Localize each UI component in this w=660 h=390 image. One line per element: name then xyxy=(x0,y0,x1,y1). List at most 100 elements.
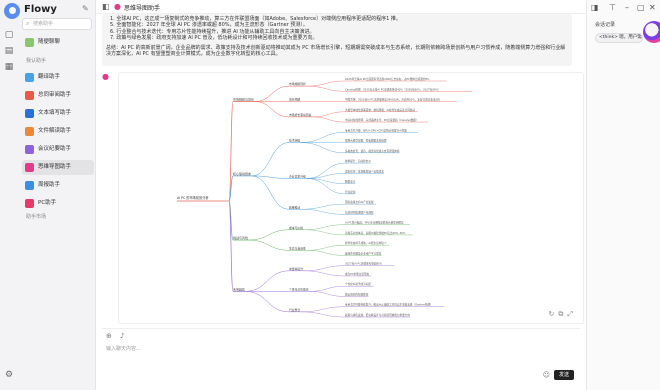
sidebar-assistant-item[interactable]: 翻译助手 xyxy=(22,70,94,85)
section-assistant-market[interactable]: 助手市场 xyxy=(26,213,46,220)
mindmap-link xyxy=(254,101,290,118)
bubble-line: 7. 政策与绿色发展：政府支持加速 AI PC 普及，低功耗设计和可持续回收技术… xyxy=(110,34,318,41)
mindmap-link xyxy=(306,178,346,195)
mindmap-link xyxy=(306,178,346,184)
mindmap-branch: 挑战与风险 xyxy=(233,235,248,240)
mindmap-link xyxy=(254,85,290,102)
mindmap-link xyxy=(306,85,346,92)
close-icon[interactable]: ✕ xyxy=(649,3,656,12)
sidebar-item-casual-chat[interactable]: 随便聊聊 xyxy=(22,35,92,49)
mindmap-leaf: 效率提升：自动化办公 xyxy=(345,159,371,163)
app-logo xyxy=(4,3,20,19)
page-title: 思维导图助手 xyxy=(124,5,161,12)
sidebar-assistant-item[interactable]: 周报助手 xyxy=(22,178,94,193)
apps-icon[interactable]: ▦ xyxy=(4,62,14,72)
maximize-icon[interactable]: ▢ xyxy=(637,3,645,12)
mindmap-link xyxy=(251,175,290,210)
mindmap-subtopic: 市场规模现状 xyxy=(289,82,306,86)
mindmap-subtopic: 市场增长驱动因素 xyxy=(289,113,312,117)
mindmap-link xyxy=(306,162,346,179)
book-icon[interactable]: ▤ xyxy=(4,46,14,56)
mindmap-leaf: 端云协同的智能体验 xyxy=(345,292,369,296)
sidebar-assistant-item[interactable]: 会议纪要助手 xyxy=(22,142,94,157)
mindmap-assistant-icon: ● xyxy=(114,2,121,11)
sidebar-toggle-icon[interactable]: ◧ xyxy=(102,2,110,11)
assistant-label: 总同审阅助手 xyxy=(38,92,72,98)
mindmap-leaf: 数据安全 xyxy=(345,180,356,184)
assistant-icon xyxy=(25,181,34,190)
assistant-icon xyxy=(25,73,34,82)
mindmap-leaf: 软件生态尚不成熟，AI原生应用较少 xyxy=(345,241,387,245)
send-button[interactable]: 发送 xyxy=(554,370,574,380)
chat-avatar-icon xyxy=(25,38,34,47)
sidebar-item-label: 随便聊聊 xyxy=(38,39,61,45)
sidebar-assistant-item[interactable]: 文件解读助手 xyxy=(22,124,94,139)
assistant-icon xyxy=(25,109,34,118)
mindmap-subtopic: 成本与价格 xyxy=(289,226,303,230)
assistant-label: PC助手 xyxy=(38,200,57,206)
mic-icon[interactable]: ♪ xyxy=(120,332,124,340)
mindmap-leaf: 中国市场：2025年AI PC出货量将达3900万台，占比约50%，年复合增长率… xyxy=(345,98,440,102)
assistant-icon xyxy=(25,127,34,136)
assistant-orb-icon[interactable] xyxy=(643,21,660,43)
sidebar: Flowy ✎ ▢ ▤ ▦ ⚙ ⌕ 搜索助手 随便聊聊 我认助手 翻译助手 总同审… xyxy=(0,0,96,390)
main-header: ◧ ● 思维导图助手 xyxy=(96,0,586,14)
sidebar-assistant-item[interactable]: 思维导图助手 xyxy=(22,160,94,175)
mindmap-subtopic: 个性化与智能化 xyxy=(289,287,309,291)
attach-icon[interactable]: ⊕ xyxy=(106,332,112,340)
assistant-label: 会议纪要助手 xyxy=(38,146,72,152)
assistant-icon xyxy=(25,199,34,208)
assistant-label: 周报助手 xyxy=(38,182,61,188)
summary-text: 总结：AI PC 的高新前景广阔，企业品牌的需求、政策支持及技术创新驱动将推动其… xyxy=(106,45,566,58)
mindmap-leaf: Canalys预测：2025年全球AI PC渗透率将达40%（2026年60%，… xyxy=(345,87,441,91)
chat-input-area[interactable]: ⊕ ♪ 输入聊天内容... ☺ 发送 xyxy=(102,328,580,386)
assistant-avatar-icon: ● xyxy=(102,72,109,81)
mindmap-leaf: 大模型本地化部署需求、换机周期、AI软件生态完善共同驱动 xyxy=(345,108,415,112)
app-name: Flowy xyxy=(24,4,57,15)
mindmap-leaf: 多模态交互：语音、视觉自然语言交互增强体验 xyxy=(345,149,400,153)
mindmap-link xyxy=(303,265,346,272)
mindmap-leaf: 中关村在线测评：头部品牌主导，PC出货量超（Canalys数据） xyxy=(345,118,418,122)
refresh-icon[interactable]: ↻ xyxy=(549,310,559,318)
mindmap-link xyxy=(300,306,346,313)
mindmap-subtopic: 渗透率提升 xyxy=(289,267,303,271)
mindmap-link xyxy=(312,116,346,123)
mindmap-link xyxy=(312,111,346,118)
mindmap-link xyxy=(300,311,346,318)
mindmap-link xyxy=(306,173,346,179)
mindmap-leaf: 国家政策支持AI产业发展 xyxy=(345,200,374,204)
mindmap-link xyxy=(309,291,346,297)
mindmap-root: AI PC 的市场前景分析 xyxy=(177,195,209,200)
sidebar-assistant-item[interactable]: 文本填写助手 xyxy=(22,106,94,121)
chat-icon[interactable]: ▢ xyxy=(4,30,14,40)
assistant-label: 文本填写助手 xyxy=(38,110,72,116)
mindmap-leaf: 专用芯片性能持续提升，推动AI从辅助工具向自主决策演进（Gartner预测） xyxy=(345,303,433,307)
panel-toggle-icon[interactable]: ◨ xyxy=(591,3,599,12)
mindmap-link xyxy=(303,270,346,277)
minimize-icon[interactable]: – xyxy=(625,3,629,12)
mindmap-link xyxy=(248,229,290,241)
new-chat-icon[interactable]: ✎ xyxy=(82,4,89,13)
mindmap-card[interactable]: AI PC 的市场前景分析 2025年全球AI PC出货量有望达到2000万台左右… xyxy=(118,72,584,324)
mindmap-link xyxy=(306,250,346,256)
mindmap-branch: 核心驱动因素 xyxy=(233,171,251,176)
emoji-icon[interactable]: ☺ xyxy=(543,371,550,379)
mindmap-link xyxy=(303,224,346,230)
history-chip[interactable]: <think> 嗯，用户需要一... xyxy=(595,33,643,43)
sidebar-assistant-item[interactable]: PC助手 xyxy=(22,196,94,211)
assistant-icon xyxy=(25,145,34,154)
fullscreen-icon[interactable]: ⤢ xyxy=(567,310,577,318)
search-placeholder: 搜索助手 xyxy=(33,21,54,27)
mindmap-leaf: 2027年AI PC渗透率有望超80% xyxy=(345,262,383,266)
main-panel: ◧ ● 思维导图助手 1. 全球AI PC，这正成一场复制式的竞争推动，算三方在… xyxy=(96,0,586,390)
mindmap-link xyxy=(300,142,346,154)
sidebar-assistant-item[interactable]: 总同审阅助手 xyxy=(22,88,94,103)
search-input[interactable]: ⌕ 搜索助手 xyxy=(22,18,92,30)
mindmap-leaf: AI PC售价偏高，中小企业采购意愿受价格影响明显 xyxy=(345,221,404,225)
pin-icon[interactable]: ⊤ xyxy=(609,3,616,12)
icon-rail: ▢ ▤ ▦ ⚙ xyxy=(0,20,18,390)
mindmap-svg: AI PC 的市场前景分析 2025年全球AI PC出货量有望达到2000万台左右… xyxy=(177,77,473,318)
settings-icon[interactable]: ⚙ xyxy=(4,370,14,380)
assistant-icon xyxy=(25,163,34,172)
mindmap-leaf: 成为PC市场主流形态 xyxy=(345,272,370,276)
